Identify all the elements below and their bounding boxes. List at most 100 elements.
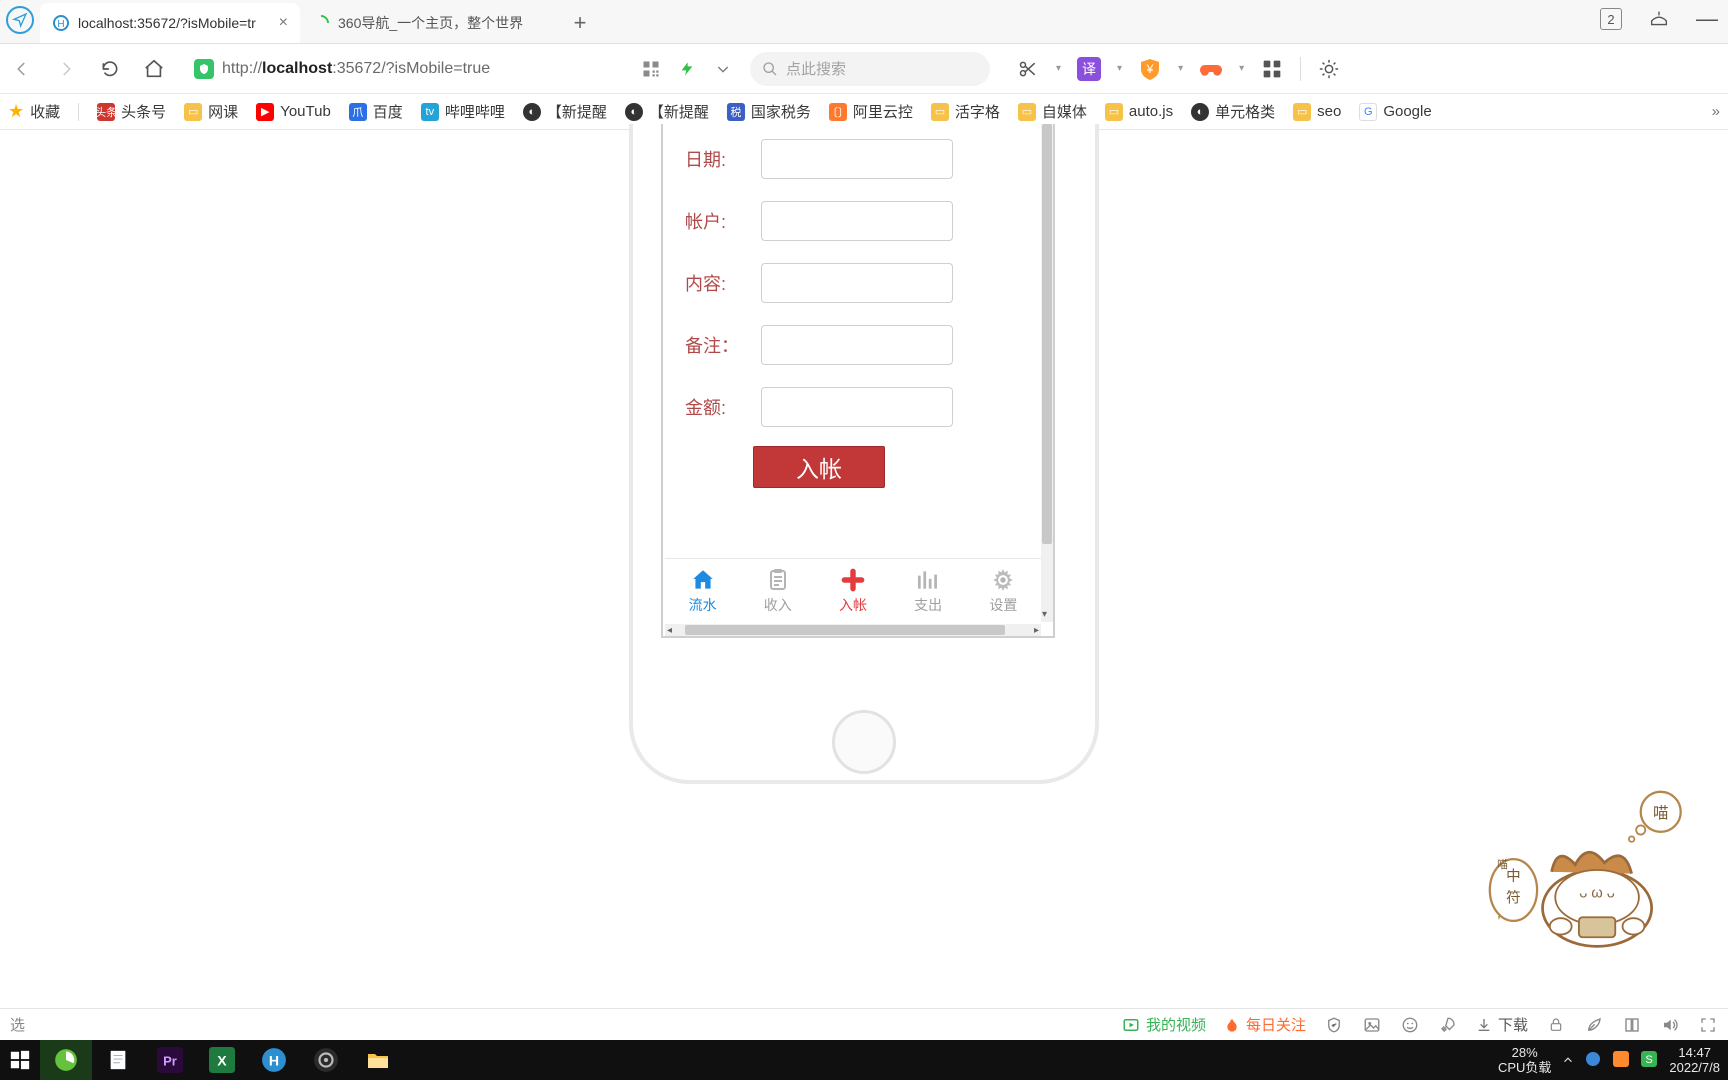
panels-icon[interactable] <box>1622 1015 1642 1035</box>
scroll-right-arrow-icon[interactable]: ▸ <box>1034 625 1039 636</box>
tab-entry[interactable]: 入帐 <box>839 567 867 615</box>
tab-settings[interactable]: 设置 <box>989 567 1017 615</box>
mascot-sticker[interactable]: 喵 中 符 喵 , ᴗ ω ᴗ <box>1488 790 1688 950</box>
dropdown-caret-icon[interactable]: ▾ <box>1117 63 1122 74</box>
svg-text:符: 符 <box>1506 890 1521 907</box>
rocket-icon[interactable] <box>1438 1015 1458 1035</box>
bookmark-item[interactable]: ◐【新提醒 <box>625 101 709 122</box>
tray-expand-icon[interactable] <box>1561 1053 1575 1067</box>
bookmark-item[interactable]: GGoogle <box>1359 103 1431 121</box>
folder-icon: ▭ <box>184 103 202 121</box>
bookmark-item[interactable]: ▭网课 <box>184 101 238 122</box>
input-content[interactable] <box>761 263 953 303</box>
lock-icon[interactable] <box>1546 1015 1566 1035</box>
cpu-load-widget[interactable]: 28% CPU负载 <box>1498 1045 1551 1075</box>
scroll-down-arrow-icon[interactable]: ▾ <box>1042 609 1047 620</box>
taskbar-app-notepad[interactable] <box>92 1040 144 1080</box>
volume-icon[interactable] <box>1660 1015 1680 1035</box>
field-row-content: 内容: <box>683 252 1023 314</box>
browser-app-icon[interactable] <box>6 6 34 34</box>
tab-localhost[interactable]: H localhost:35672/?isMobile=tr × <box>40 3 300 43</box>
submit-button[interactable]: 入帐 <box>753 446 885 488</box>
horizontal-scrollbar[interactable]: ◂ ▸ <box>665 624 1041 636</box>
system-tray: 28% CPU负载 S 14:47 2022/7/8 <box>1498 1045 1728 1075</box>
google-icon: G <box>1359 103 1377 121</box>
input-date[interactable] <box>761 139 953 179</box>
apps-grid-icon[interactable] <box>1260 57 1284 81</box>
dropdown-caret-icon[interactable]: ▾ <box>1056 63 1061 74</box>
money-shield-icon[interactable]: ¥ <box>1138 57 1162 81</box>
dropdown-caret-icon[interactable]: ▾ <box>1239 63 1244 74</box>
fullscreen-icon[interactable] <box>1698 1015 1718 1035</box>
input-amount[interactable] <box>761 387 953 427</box>
reload-button[interactable] <box>96 55 124 83</box>
scissors-icon[interactable] <box>1016 57 1040 81</box>
baidu-icon: 爪 <box>349 103 367 121</box>
taskbar-app-premiere[interactable]: Pr <box>144 1040 196 1080</box>
tab-360nav[interactable]: 360导航_一个主页，整个世界 <box>300 3 560 43</box>
tab-income[interactable]: 收入 <box>764 567 792 615</box>
minimize-icon[interactable]: — <box>1696 6 1718 32</box>
emoji-icon[interactable] <box>1400 1015 1420 1035</box>
nav-back-button[interactable] <box>8 55 36 83</box>
nav-forward-button[interactable] <box>52 55 80 83</box>
my-video-link[interactable]: 我的视频 <box>1122 1014 1206 1035</box>
image-icon[interactable] <box>1362 1015 1382 1035</box>
bookmark-item[interactable]: ◐【新提醒 <box>523 101 607 122</box>
input-account[interactable] <box>761 201 953 241</box>
taskbar-app-explorer[interactable] <box>352 1040 404 1080</box>
tab-expense[interactable]: 支出 <box>914 567 942 615</box>
bookmark-item[interactable]: 头条头条号 <box>97 101 166 122</box>
chevron-down-icon[interactable] <box>712 58 734 80</box>
vertical-scroll-thumb[interactable] <box>1042 124 1052 544</box>
tray-app-icon[interactable]: S <box>1641 1051 1659 1069</box>
bookmark-item[interactable]: ▭seo <box>1293 103 1341 121</box>
theme-sun-icon[interactable] <box>1317 57 1341 81</box>
bookmark-item[interactable]: ▭活字格 <box>931 101 1000 122</box>
qr-icon[interactable] <box>640 58 662 80</box>
start-button[interactable] <box>0 1040 40 1080</box>
sec-shield-icon[interactable] <box>1324 1015 1344 1035</box>
swirl-icon: ◐ <box>625 103 643 121</box>
wardrobe-icon[interactable] <box>1648 8 1670 30</box>
swirl-icon: ◐ <box>1191 103 1209 121</box>
taskbar-app-h[interactable]: H <box>248 1040 300 1080</box>
dropdown-caret-icon[interactable]: ▾ <box>1178 63 1183 74</box>
bookmark-item[interactable]: 税国家税务 <box>727 101 811 122</box>
lightning-icon[interactable] <box>676 58 698 80</box>
tray-app-icon[interactable] <box>1585 1051 1603 1069</box>
input-note[interactable] <box>761 325 953 365</box>
url-text: http://localhost:35672/?isMobile=true <box>222 60 490 78</box>
bookmark-item[interactable]: 〔〕阿里云控 <box>829 101 913 122</box>
taskbar-app-excel[interactable]: X <box>196 1040 248 1080</box>
phone-home-button[interactable] <box>832 710 896 774</box>
translate-button[interactable]: 译 <box>1077 57 1101 81</box>
leaf-icon[interactable] <box>1584 1015 1604 1035</box>
search-box[interactable]: 点此搜索 <box>750 52 990 86</box>
bookmarks-overflow-icon[interactable]: » <box>1712 103 1720 120</box>
bookmark-item[interactable]: ▶YouTub <box>256 103 331 121</box>
new-tab-button[interactable]: + <box>560 3 600 43</box>
tray-app-icon[interactable] <box>1613 1051 1631 1069</box>
horizontal-scroll-thumb[interactable] <box>685 625 1005 635</box>
close-icon[interactable]: × <box>279 14 288 32</box>
download-link[interactable]: 下载 <box>1476 1014 1528 1035</box>
tab-flow[interactable]: 流水 <box>689 567 717 615</box>
daily-focus-link[interactable]: 每日关注 <box>1224 1014 1306 1035</box>
divider <box>1300 57 1301 81</box>
bookmark-favorites[interactable]: ★ 收藏 <box>8 101 60 122</box>
bookmark-item[interactable]: ◐单元格类 <box>1191 101 1275 122</box>
url-bar[interactable]: http://localhost:35672/?isMobile=true <box>184 52 624 86</box>
bookmark-item[interactable]: tv哔哩哔哩 <box>421 101 505 122</box>
home-button[interactable] <box>140 55 168 83</box>
taskbar-app-browser[interactable] <box>40 1040 92 1080</box>
window-count-badge[interactable]: 2 <box>1600 8 1622 30</box>
bookmark-item[interactable]: ▭自媒体 <box>1018 101 1087 122</box>
taskbar-app-obs[interactable] <box>300 1040 352 1080</box>
gamepad-icon[interactable] <box>1199 57 1223 81</box>
scroll-left-arrow-icon[interactable]: ◂ <box>667 625 672 636</box>
bookmark-item[interactable]: ▭auto.js <box>1105 103 1173 121</box>
vertical-scrollbar[interactable]: ▾ <box>1041 124 1053 622</box>
bookmark-item[interactable]: 爪百度 <box>349 101 403 122</box>
clock-widget[interactable]: 14:47 2022/7/8 <box>1669 1045 1720 1075</box>
